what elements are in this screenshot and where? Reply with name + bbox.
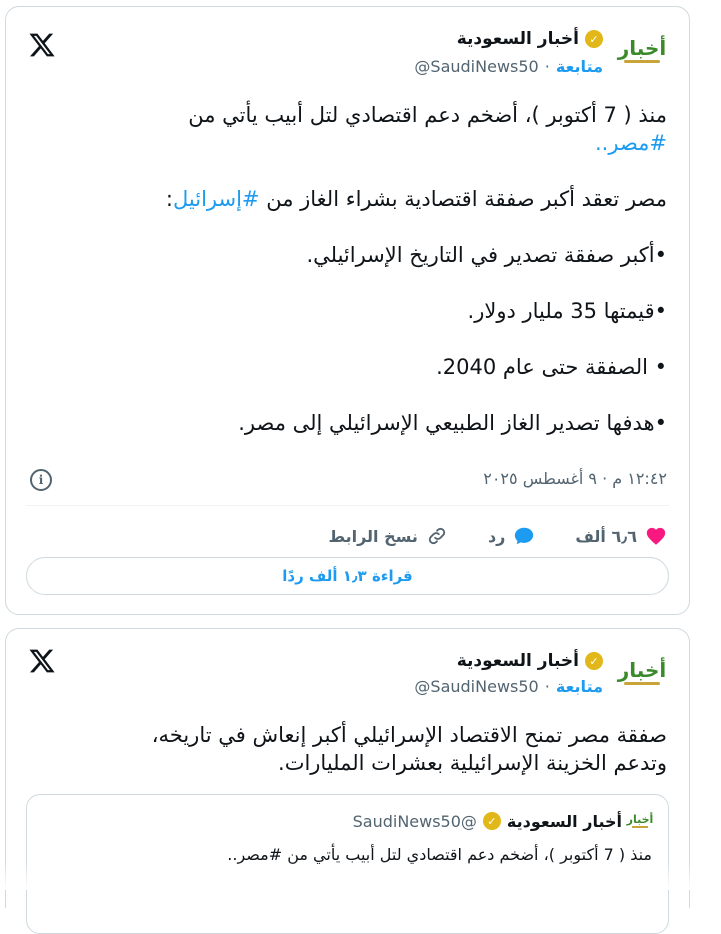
reply-bubble-icon bbox=[515, 527, 534, 545]
avatar-logo-underline bbox=[624, 681, 660, 685]
hashtag-link[interactable]: #مصر.. bbox=[595, 131, 667, 155]
tweet-timestamp[interactable]: ١٢:٤٢ م · ٩ أغسطس ٢٠٢٥ bbox=[483, 469, 667, 488]
author-handle[interactable]: @SaudiNews50 bbox=[414, 57, 538, 76]
copy-link-label: نسخ الرابط bbox=[328, 526, 418, 546]
author-avatar[interactable]: أخبار bbox=[615, 645, 669, 699]
handle-row: @SaudiNews50 · متابعة bbox=[414, 677, 603, 696]
tweet-line: • الصفقة حتى عام 2040. bbox=[436, 355, 667, 379]
tweet-line: •أكبر صفقة تصدير في التاريخ الإسرائيلي. bbox=[306, 243, 667, 267]
link-icon bbox=[428, 527, 446, 545]
tweet-line bbox=[27, 325, 667, 353]
avatar-logo-underline bbox=[632, 826, 648, 828]
separator-dot: · bbox=[544, 677, 550, 696]
avatar-logo-text: أخبار bbox=[626, 813, 654, 826]
reply-button[interactable]: رد bbox=[488, 525, 535, 547]
author-name-row[interactable]: أخبار السعودية ✓ bbox=[457, 651, 603, 671]
bottom-fade bbox=[0, 860, 721, 890]
tweet-line bbox=[27, 381, 667, 409]
copy-link-button[interactable]: نسخ الرابط bbox=[328, 525, 447, 547]
hashtag-link[interactable]: #إسرائيل bbox=[173, 187, 260, 211]
tweet-line: •هدفها تصدير الغاز الطبيعي الإسرائيلي إل… bbox=[238, 411, 667, 435]
verified-badge-icon: ✓ bbox=[482, 812, 501, 830]
x-logo-icon[interactable] bbox=[28, 31, 56, 59]
tweet-line bbox=[27, 213, 667, 241]
action-bar: ٦٫٦ ألف رد نسخ الرابط bbox=[28, 519, 667, 553]
verified-badge-icon: ✓ bbox=[585, 652, 603, 670]
like-button[interactable]: ٦٫٦ ألف bbox=[575, 525, 667, 547]
like-count: ٦٫٦ ألف bbox=[575, 526, 637, 546]
tweet-line: وتدعم الخزينة الإسرائيلية بعشرات المليار… bbox=[278, 751, 667, 775]
quoted-author-avatar: أخبار bbox=[626, 809, 654, 833]
tweet-text: صفقة مصر تمنح الاقتصاد الإسرائيلي أكبر إ… bbox=[27, 721, 667, 777]
tweet-card[interactable]: أخبار أخبار السعودية ✓ @SaudiNews50 · مت… bbox=[5, 6, 690, 615]
author-name[interactable]: أخبار السعودية bbox=[457, 29, 579, 49]
tweet-line: •قيمتها 35 مليار دولار. bbox=[467, 299, 667, 323]
tweet-line: مصر تعقد أكبر صفقة اقتصادية بشراء الغاز … bbox=[165, 187, 667, 211]
verified-badge-icon: ✓ bbox=[585, 30, 603, 48]
separator-dot: · bbox=[544, 57, 550, 76]
heart-icon bbox=[646, 527, 666, 545]
avatar-logo-text: أخبار bbox=[617, 35, 667, 60]
avatar-logo-underline bbox=[624, 59, 660, 63]
tweet-line bbox=[27, 157, 667, 185]
author-handle[interactable]: @SaudiNews50 bbox=[414, 677, 538, 696]
x-logo-icon[interactable] bbox=[28, 647, 56, 675]
handle-row: @SaudiNews50 · متابعة bbox=[414, 57, 603, 76]
tweet-line: صفقة مصر تمنح الاقتصاد الإسرائيلي أكبر إ… bbox=[151, 723, 667, 747]
author-name[interactable]: أخبار السعودية bbox=[457, 651, 579, 671]
tweet-line: منذ ( 7 أكتوبر )، أضخم دعم اقتصادي لتل أ… bbox=[188, 103, 667, 127]
tweet-text: منذ ( 7 أكتوبر )، أضخم دعم اقتصادي لتل أ… bbox=[27, 101, 667, 437]
avatar-logo-text: أخبار bbox=[617, 657, 667, 682]
divider bbox=[26, 505, 669, 506]
reply-label: رد bbox=[487, 526, 506, 546]
author-avatar[interactable]: أخبار bbox=[615, 23, 669, 77]
author-name-row[interactable]: أخبار السعودية ✓ bbox=[457, 29, 603, 49]
info-icon[interactable]: i bbox=[30, 469, 52, 491]
tweet-line: #مصر.. bbox=[27, 129, 667, 157]
quoted-tweet-header: أخبار أخبار السعودية ✓ @SaudiNews50 bbox=[352, 809, 654, 833]
quoted-author-handle: @SaudiNews50 bbox=[352, 811, 477, 831]
read-replies-button[interactable]: قراءة ١٫٣ ألف ردًا bbox=[26, 557, 669, 595]
tweet-line bbox=[27, 269, 667, 297]
follow-button[interactable]: متابعة bbox=[556, 677, 603, 696]
follow-button[interactable]: متابعة bbox=[556, 57, 603, 76]
quoted-author-name: أخبار السعودية bbox=[506, 811, 622, 831]
